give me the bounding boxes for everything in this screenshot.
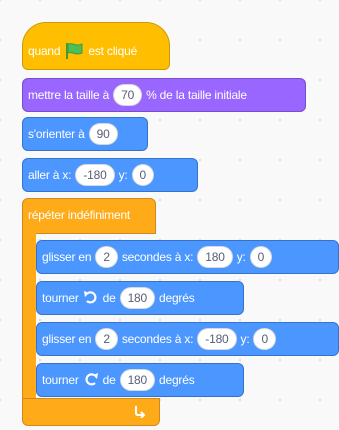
when-flag-clicked-block[interactable]: quand est cliqué — [22, 22, 170, 70]
forever-label: répéter indéfiniment — [28, 208, 131, 222]
glide-mid-label: secondes à x: — [121, 250, 194, 264]
loop-arrow-icon — [133, 404, 147, 418]
when-label: quand — [28, 44, 61, 58]
y-input[interactable]: 0 — [131, 164, 154, 186]
forever-arm — [22, 233, 36, 399]
set-size-block[interactable]: mettre la taille à 70 % de la taille ini… — [22, 78, 306, 112]
turn-degrees-label: degrés — [159, 291, 195, 305]
glide-y-label: y: — [236, 250, 246, 264]
rotate-left-icon — [83, 290, 99, 306]
point-direction-block[interactable]: s'orienter à 90 — [22, 117, 148, 151]
scratch-workspace[interactable]: quand est cliqué mettre la taille à 70 %… — [0, 0, 339, 430]
direction-input[interactable]: 90 — [88, 123, 118, 145]
rotate-right-icon — [83, 372, 99, 388]
turn-label: tourner — [42, 373, 79, 387]
green-flag-icon — [64, 42, 84, 60]
glide-label: glisser en — [42, 332, 92, 346]
glide-seconds-input[interactable]: 2 — [95, 328, 118, 350]
glide-block[interactable]: glisser en 2 secondes à x: 180 y: 0 — [36, 240, 339, 274]
goto-x-label: aller à x: — [28, 168, 72, 182]
point-direction-label: s'orienter à — [28, 127, 85, 141]
glide-seconds-input[interactable]: 2 — [95, 246, 118, 268]
turn-de-label: de — [102, 373, 116, 387]
turn-degrees-input[interactable]: 180 — [119, 369, 155, 391]
glide-label: glisser en — [42, 250, 92, 264]
turn-degrees-input[interactable]: 180 — [119, 287, 155, 309]
turn-label: tourner — [42, 291, 79, 305]
glide-y-label: y: — [240, 332, 250, 346]
turn-right-block[interactable]: tourner de 180 degrés — [36, 363, 244, 397]
x-input[interactable]: -180 — [75, 164, 115, 186]
glide-x-input[interactable]: 180 — [197, 246, 233, 268]
turn-left-block[interactable]: tourner de 180 degrés — [36, 281, 244, 315]
goto-xy-block[interactable]: aller à x: -180 y: 0 — [22, 158, 198, 192]
clicked-label: est cliqué — [88, 44, 138, 58]
glide-y-input[interactable]: 0 — [249, 246, 273, 268]
goto-y-label: y: — [118, 168, 128, 182]
glide-mid-label: secondes à x: — [121, 332, 194, 346]
turn-degrees-label: degrés — [159, 373, 195, 387]
set-size-label: mettre la taille à — [28, 88, 110, 102]
size-suffix-label: % de la taille initiale — [146, 88, 247, 102]
glide-y-input[interactable]: 0 — [253, 328, 276, 350]
size-input[interactable]: 70 — [113, 84, 143, 106]
glide-block[interactable]: glisser en 2 secondes à x: -180 y: 0 — [36, 322, 339, 356]
glide-x-input[interactable]: -180 — [197, 328, 237, 350]
turn-de-label: de — [102, 291, 116, 305]
